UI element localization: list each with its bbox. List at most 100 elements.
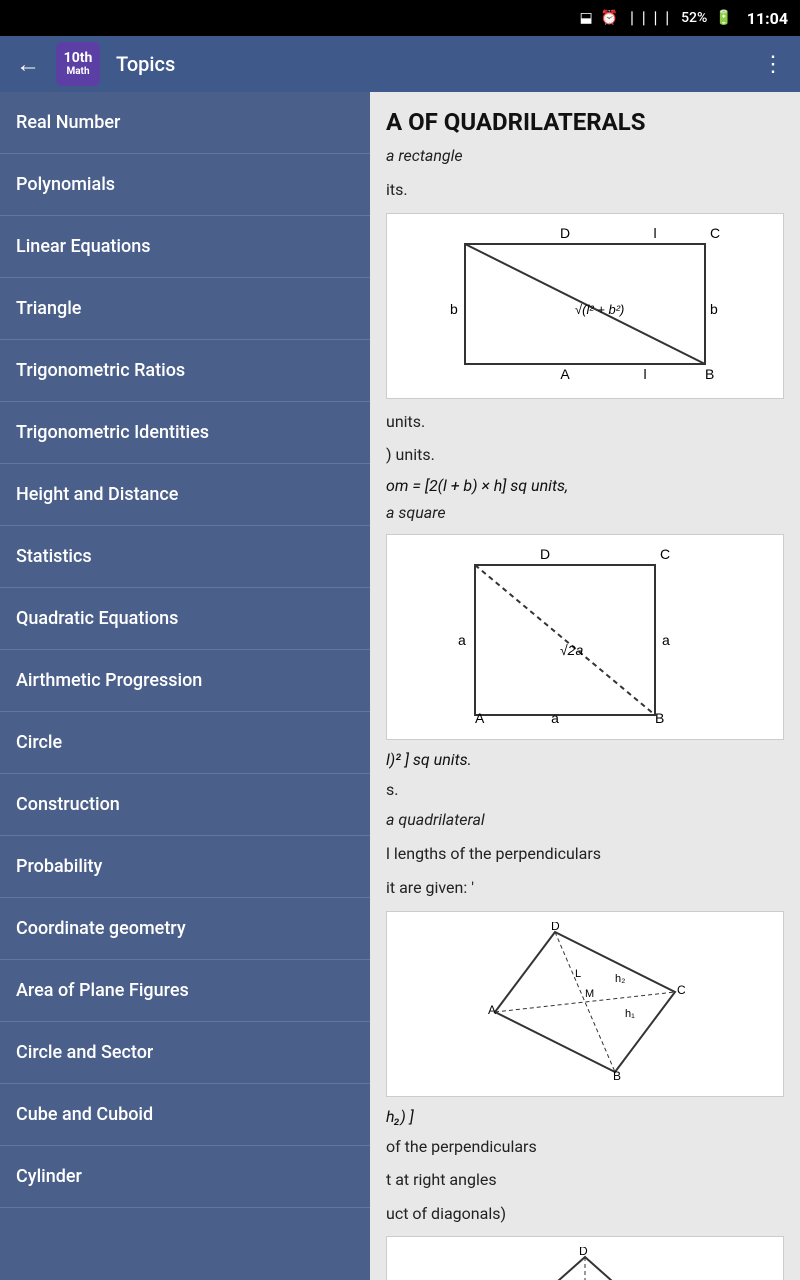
sidebar-label: Polynomials [16, 174, 115, 195]
sidebar-label: Triangle [16, 298, 81, 319]
sidebar: Real Number Polynomials Linear Equations… [0, 92, 370, 1280]
sidebar-label: Airthmetic Progression [16, 670, 202, 691]
sidebar-item-circle-and-sector[interactable]: Circle and Sector [0, 1022, 370, 1084]
sidebar-label: Trigonometric Ratios [16, 360, 185, 381]
alarm-icon: ⏰ [601, 10, 618, 26]
svg-text:L: L [575, 968, 581, 980]
sidebar-item-polynomials[interactable]: Polynomials [0, 154, 370, 216]
status-bar: ⬓ ⏰ ❘❘❘❘ 52% 🔋 11:04 [0, 0, 800, 36]
sidebar-label: Cylinder [16, 1166, 82, 1187]
sidebar-label: Height and Distance [16, 484, 178, 505]
sidebar-label: Cube and Cuboid [16, 1104, 153, 1125]
svg-text:l: l [643, 366, 646, 382]
toolbar: ← 10th Math Topics ⋮ [0, 36, 800, 92]
app-icon: 10th Math [56, 42, 100, 86]
bluetooth-icon: ⬓ [580, 10, 593, 26]
sidebar-item-construction[interactable]: Construction [0, 774, 370, 836]
sidebar-label: Construction [16, 794, 120, 815]
content-subtitle-square: a square [386, 503, 784, 522]
svg-text:a: a [662, 632, 670, 648]
sidebar-item-height-and-distance[interactable]: Height and Distance [0, 464, 370, 526]
back-button[interactable]: ← [8, 42, 48, 87]
sidebar-item-quadratic-equations[interactable]: Quadratic Equations [0, 588, 370, 650]
svg-text:D: D [540, 546, 550, 562]
sidebar-label: Quadratic Equations [16, 608, 178, 629]
sidebar-item-probability[interactable]: Probability [0, 836, 370, 898]
square-diagram: D C a a A a B √2a [386, 534, 784, 740]
svg-text:B: B [705, 366, 714, 382]
sidebar-label: Real Number [16, 112, 120, 133]
sidebar-label: Circle and Sector [16, 1042, 153, 1063]
back-icon: ← [16, 50, 40, 79]
svg-text:a: a [458, 632, 466, 648]
svg-text:h₂: h₂ [615, 973, 625, 985]
formula-quadrilateral: h₂) ] [386, 1107, 784, 1126]
rectangle-diagram: D l C b b A l B √(l² + b²) [386, 213, 784, 399]
svg-text:l: l [653, 225, 656, 241]
svg-text:√2a: √2a [560, 642, 583, 658]
time-display: 11:04 [747, 9, 788, 28]
sidebar-item-circle[interactable]: Circle [0, 712, 370, 774]
sidebar-item-trigonometric-identities[interactable]: Trigonometric Identities [0, 402, 370, 464]
content-text-7: of the perpendiculars [386, 1134, 784, 1160]
sidebar-label: Statistics [16, 546, 92, 567]
content-text-4: s. [386, 777, 784, 803]
sidebar-item-triangle[interactable]: Triangle [0, 278, 370, 340]
svg-text:B: B [655, 710, 664, 725]
app-subject: Math [66, 66, 89, 78]
sidebar-item-statistics[interactable]: Statistics [0, 526, 370, 588]
content-text-8: t at right angles [386, 1167, 784, 1193]
svg-text:D: D [560, 225, 570, 241]
sidebar-item-trigonometric-ratios[interactable]: Trigonometric Ratios [0, 340, 370, 402]
svg-text:A: A [488, 1003, 496, 1017]
svg-text:M: M [585, 988, 594, 1000]
formula-square: l)² ] sq units. [386, 750, 784, 769]
content-text-1: its. [386, 177, 784, 203]
sidebar-item-cube-and-cuboid[interactable]: Cube and Cuboid [0, 1084, 370, 1146]
svg-text:D: D [551, 922, 560, 933]
content-title: A OF QUADRILATERALS [386, 108, 784, 136]
sidebar-label: Trigonometric Identities [16, 422, 209, 443]
quadrilateral-diagram: D C A B M h₂ h₁ L [386, 911, 784, 1097]
sidebar-label: Coordinate geometry [16, 918, 186, 939]
sidebar-item-coordinate-geometry[interactable]: Coordinate geometry [0, 898, 370, 960]
svg-text:A: A [475, 710, 485, 725]
content-text-3: ) units. [386, 442, 784, 468]
app-grade: 10th [64, 50, 93, 67]
svg-text:h₁: h₁ [625, 1008, 635, 1020]
menu-button[interactable]: ⋮ [754, 44, 792, 85]
content-subtitle-rectangle: a rectangle [386, 146, 784, 165]
sidebar-item-linear-equations[interactable]: Linear Equations [0, 216, 370, 278]
main-container: Real Number Polynomials Linear Equations… [0, 92, 800, 1280]
sidebar-label: Area of Plane Figures [16, 980, 189, 1001]
battery-text: 52% [681, 10, 707, 26]
content-text-2: units. [386, 409, 784, 435]
signal-icon: ❘❘❘❘ [626, 10, 673, 26]
svg-text:b: b [450, 301, 458, 317]
svg-text:B: B [613, 1069, 621, 1082]
status-icons: ⬓ ⏰ ❘❘❘❘ 52% 🔋 [580, 10, 733, 26]
content-subtitle-quadrilateral: a quadrilateral [386, 810, 784, 829]
svg-text:C: C [710, 225, 720, 241]
toolbar-title: Topics [116, 52, 746, 76]
battery-icon: 🔋 [715, 10, 732, 26]
content-panel: A OF QUADRILATERALS a rectangle its. D l… [370, 92, 800, 1280]
svg-text:a: a [551, 710, 559, 725]
content-text-6: it are given: ' [386, 875, 784, 901]
sidebar-label: Linear Equations [16, 236, 151, 257]
content-text-9: uct of diagonals) [386, 1201, 784, 1227]
rhombus-diagram: D D B C O [386, 1236, 784, 1280]
sidebar-item-area-of-plane-figures[interactable]: Area of Plane Figures [0, 960, 370, 1022]
sidebar-item-real-number[interactable]: Real Number [0, 92, 370, 154]
svg-text:b: b [710, 301, 718, 317]
svg-text:√(l² + b²): √(l² + b²) [575, 302, 624, 317]
content-text-5: l lengths of the perpendiculars [386, 841, 784, 867]
svg-text:C: C [660, 546, 670, 562]
sidebar-item-airthmatic-progression[interactable]: Airthmetic Progression [0, 650, 370, 712]
sidebar-label: Circle [16, 732, 62, 753]
svg-text:C: C [677, 983, 685, 997]
sidebar-item-cylinder[interactable]: Cylinder [0, 1146, 370, 1208]
svg-text:A: A [560, 366, 570, 382]
formula-rectangle: om = [2(l + b) × h] sq units, [386, 476, 784, 495]
sidebar-label: Probability [16, 856, 102, 877]
